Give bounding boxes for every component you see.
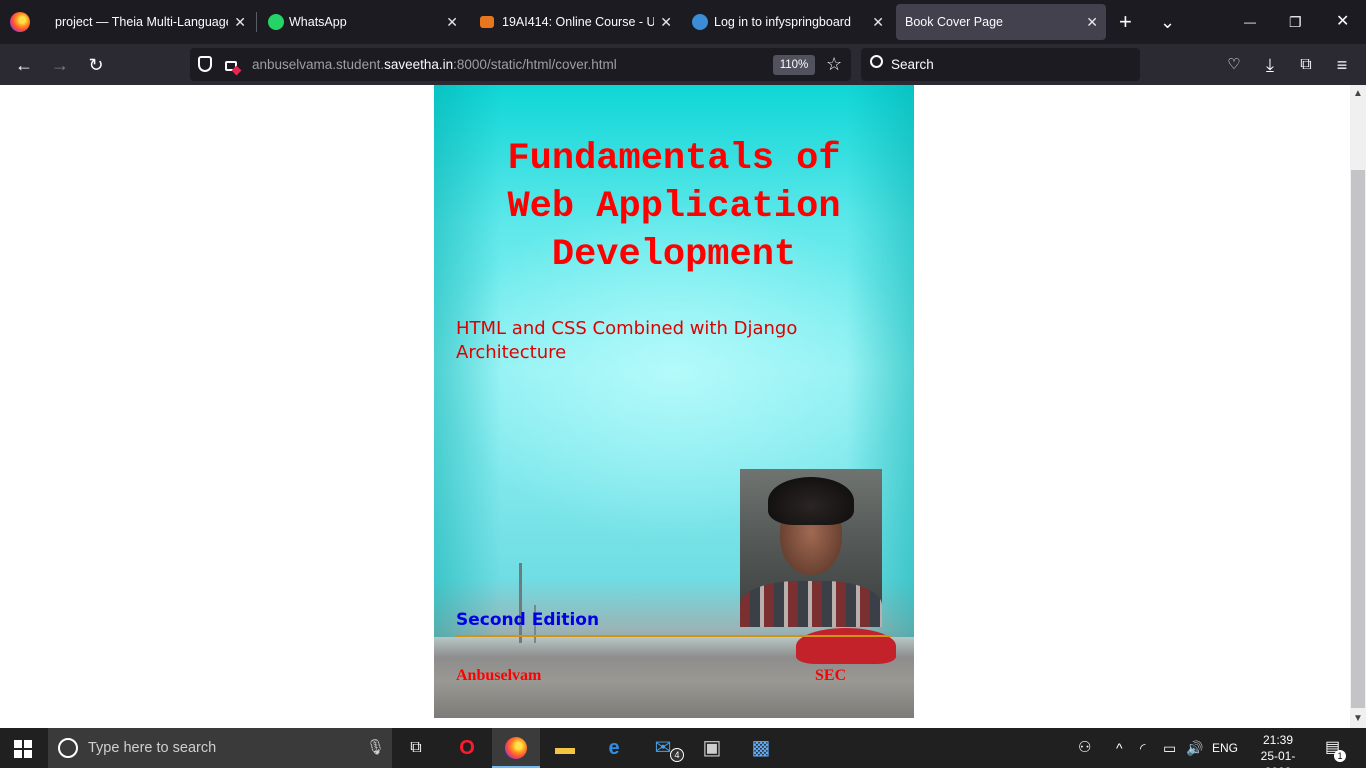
tab-book-cover[interactable]: Book Cover Page ✕ xyxy=(896,4,1106,40)
firefox-icon xyxy=(505,737,527,759)
tab-whatsapp[interactable]: WhatsApp ✕ xyxy=(258,4,466,40)
file-explorer-icon[interactable]: ▬ xyxy=(541,728,589,768)
store-icon[interactable]: ▣ xyxy=(688,728,736,768)
edge-icon[interactable]: e xyxy=(590,728,638,768)
tab-label: Log in to infyspringboard xyxy=(714,15,851,29)
language-indicator[interactable]: ENG xyxy=(1212,728,1238,768)
zoom-indicator[interactable]: 110% xyxy=(773,55,815,75)
address-bar[interactable]: anbuselvama.student.saveetha.in:8000/sta… xyxy=(190,48,851,81)
url-domain: saveetha.in xyxy=(384,57,454,72)
scrollbar-thumb[interactable] xyxy=(1351,170,1365,708)
close-icon[interactable]: ✕ xyxy=(660,4,672,40)
pocket-icon[interactable]: ♡ xyxy=(1220,52,1248,78)
search-bar[interactable]: Search xyxy=(861,48,1140,81)
people-icon[interactable]: ⚇ xyxy=(1078,728,1091,768)
tab-infyspringboard[interactable]: Log in to infyspringboard ✕ xyxy=(682,4,892,40)
tab-strip: project — Theia Multi-Language E ✕ Whats… xyxy=(0,0,1366,44)
edition-label: Second Edition xyxy=(456,610,600,630)
book-cover: Fundamentals of Web Application Developm… xyxy=(434,85,914,718)
author-photo xyxy=(740,469,882,627)
tab-theia[interactable]: project — Theia Multi-Language E ✕ xyxy=(44,4,254,40)
search-placeholder: Search xyxy=(891,57,934,72)
tab-online-course[interactable]: 19AI414: Online Course - UX D ✕ xyxy=(470,4,680,40)
url-suffix: :8000/static/html/cover.html xyxy=(453,57,617,72)
scroll-up-icon[interactable]: ▲ xyxy=(1350,86,1366,102)
url-text[interactable]: anbuselvama.student.saveetha.in:8000/sta… xyxy=(252,48,617,81)
windows-taskbar: Type here to search 🎙 ⧉ O ▬ e ✉ 4 ▣ ▩ ⚇ … xyxy=(0,728,1366,779)
book-title: Fundamentals of Web Application Developm… xyxy=(454,135,894,279)
cover-pole xyxy=(519,563,522,643)
restore-button[interactable]: ❐ xyxy=(1289,0,1302,44)
navigation-bar: ← → ↻ anbuselvama.student.saveetha.in:80… xyxy=(0,44,1366,85)
scroll-down-icon[interactable]: ▼ xyxy=(1350,711,1366,727)
cortana-icon xyxy=(58,738,78,758)
bookmark-star-icon[interactable]: ☆ xyxy=(826,54,842,75)
title-line: Web Application xyxy=(507,186,841,228)
tab-label: WhatsApp xyxy=(289,15,347,29)
task-view-icon[interactable]: ⧉ xyxy=(392,728,440,768)
title-line: Fundamentals of xyxy=(507,138,841,180)
shield-icon[interactable] xyxy=(198,56,212,72)
cover-red-shape xyxy=(796,628,896,664)
title-line: Development xyxy=(551,234,797,276)
course-icon xyxy=(480,16,494,28)
firefox-taskbar-icon[interactable] xyxy=(492,728,540,768)
horizontal-rule xyxy=(456,635,892,637)
taskbar-clock[interactable]: 21:39 25-01-2023 xyxy=(1250,732,1306,780)
taskbar-search-placeholder: Type here to search xyxy=(88,740,217,756)
notification-count: 1 xyxy=(1334,750,1346,762)
forward-button[interactable]: → xyxy=(46,52,74,78)
publisher-name: SEC xyxy=(815,667,847,684)
search-icon xyxy=(870,55,883,68)
close-icon[interactable]: ✕ xyxy=(1086,4,1098,40)
book-subtitle: HTML and CSS Combined with Django Archit… xyxy=(456,318,798,363)
notification-icon[interactable]: ▤ xyxy=(1325,728,1340,768)
photo-shirt xyxy=(740,581,882,627)
new-tab-button[interactable]: + xyxy=(1119,0,1132,44)
tab-label: Book Cover Page xyxy=(905,15,1003,29)
warning-icon xyxy=(231,65,242,76)
back-button[interactable]: ← xyxy=(10,52,38,78)
extensions-icon[interactable]: ⧉ xyxy=(1292,52,1320,78)
battery-icon[interactable]: ▭ xyxy=(1163,728,1176,768)
minimize-button[interactable]: — xyxy=(1244,0,1256,44)
tab-label: project — Theia Multi-Language E xyxy=(55,15,228,29)
microphone-icon[interactable]: 🎙 xyxy=(366,728,385,768)
wifi-icon[interactable]: ◜ xyxy=(1140,728,1145,768)
author-name: Anbuselvam xyxy=(456,667,542,684)
clock-date: 25-01-2023 xyxy=(1260,749,1296,779)
page-viewport: Fundamentals of Web Application Developm… xyxy=(0,85,1350,728)
infy-icon xyxy=(692,14,708,30)
whatsapp-icon xyxy=(268,14,284,30)
opera-icon[interactable]: O xyxy=(443,728,491,768)
windows-start-icon[interactable] xyxy=(14,740,32,758)
close-icon[interactable]: ✕ xyxy=(872,4,884,40)
tab-divider xyxy=(256,12,257,32)
mail-badge: 4 xyxy=(670,748,684,762)
reload-button[interactable]: ↻ xyxy=(82,52,110,78)
taskbar-search[interactable]: Type here to search 🎙 xyxy=(48,728,392,768)
url-prefix: anbuselvama.student. xyxy=(252,57,385,72)
close-icon[interactable]: ✕ xyxy=(234,4,246,40)
menu-icon[interactable]: ≡ xyxy=(1328,52,1356,78)
window-close-button[interactable]: ✕ xyxy=(1336,0,1349,44)
photo-hair xyxy=(768,477,854,525)
clock-time: 21:39 xyxy=(1262,733,1294,747)
photos-icon[interactable]: ▩ xyxy=(737,728,785,768)
downloads-icon[interactable]: ⤓ xyxy=(1256,52,1284,78)
tab-list-button[interactable]: ⌄ xyxy=(1160,0,1175,44)
volume-icon[interactable]: 🔊 xyxy=(1186,728,1203,768)
tab-label: 19AI414: Online Course - UX D xyxy=(502,15,654,29)
chevron-up-icon[interactable]: ^ xyxy=(1116,728,1123,768)
close-icon[interactable]: ✕ xyxy=(446,4,458,40)
firefox-icon[interactable] xyxy=(10,12,30,32)
